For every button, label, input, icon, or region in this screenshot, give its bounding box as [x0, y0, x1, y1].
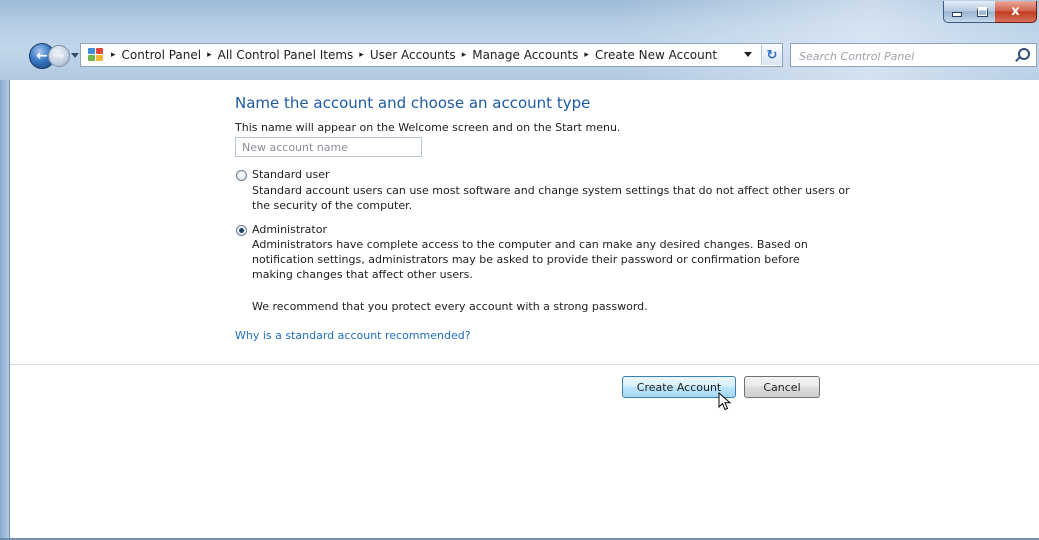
administrator-description-line: notification settings, administrators ma… [252, 253, 800, 266]
recent-pages-dropdown-icon[interactable] [71, 53, 79, 58]
refresh-icon: ↻ [766, 47, 778, 63]
navigation-bar: ← → ▸ Control Panel ▸ All Control Panel … [0, 40, 1039, 70]
administrator-description-line: Administrators have complete access to t… [252, 238, 808, 251]
standard-user-radio[interactable] [236, 170, 247, 181]
close-icon: x [1011, 4, 1020, 19]
breadcrumb-user-accounts[interactable]: User Accounts [370, 48, 456, 62]
address-bar[interactable]: ▸ Control Panel ▸ All Control Panel Item… [80, 43, 783, 67]
close-button[interactable]: x [995, 1, 1037, 23]
breadcrumb-all-items[interactable]: All Control Panel Items [218, 48, 354, 62]
breadcrumb-manage-accounts[interactable]: Manage Accounts [472, 48, 578, 62]
address-dropdown-icon[interactable] [744, 52, 752, 57]
left-frame-edge [0, 80, 9, 540]
search-icon[interactable] [1018, 48, 1030, 60]
maximize-button[interactable] [969, 1, 996, 23]
administrator-radio[interactable] [236, 225, 247, 236]
account-name-input[interactable] [235, 137, 422, 157]
forward-button[interactable]: → [48, 45, 70, 67]
minimize-icon [951, 12, 962, 17]
password-recommendation: We recommend that you protect every acco… [252, 300, 648, 313]
administrator-description-line: making changes that affect other users. [252, 268, 473, 281]
breadcrumb-separator-icon[interactable]: ▸ [584, 50, 589, 60]
standard-user-description-line: Standard account users can use most soft… [252, 184, 850, 197]
window-title-bar: x ← → ▸ Control Panel ▸ All Control Pane… [0, 0, 1039, 80]
breadcrumb-separator-icon[interactable]: ▸ [462, 50, 467, 60]
page-title: Name the account and choose an account t… [235, 94, 591, 112]
search-input[interactable] [797, 45, 1001, 67]
maximize-icon [976, 6, 988, 17]
forward-arrow-icon: → [53, 48, 65, 64]
breadcrumb-control-panel[interactable]: Control Panel [122, 48, 202, 62]
administrator-label[interactable]: Administrator [252, 222, 327, 237]
standard-user-label[interactable]: Standard user [252, 167, 330, 182]
control-panel-icon [87, 47, 105, 63]
standard-user-description-line: the security of the computer. [252, 199, 413, 212]
minimize-button[interactable] [943, 1, 970, 23]
breadcrumb-separator-icon[interactable]: ▸ [359, 50, 364, 60]
standard-account-help-link[interactable]: Why is a standard account recommended? [235, 329, 471, 342]
content-pane: Name the account and choose an account t… [9, 80, 1039, 540]
back-arrow-icon: ← [36, 48, 48, 64]
breadcrumb-create-new-account[interactable]: Create New Account [595, 48, 717, 62]
divider [10, 364, 1039, 365]
search-box[interactable] [790, 43, 1037, 67]
breadcrumb-separator-icon[interactable]: ▸ [111, 50, 116, 60]
refresh-button[interactable]: ↻ [761, 45, 782, 65]
cancel-button[interactable]: Cancel [744, 376, 820, 398]
mouse-cursor-icon [718, 392, 732, 411]
name-hint-text: This name will appear on the Welcome scr… [235, 121, 621, 134]
breadcrumb-separator-icon[interactable]: ▸ [207, 50, 212, 60]
